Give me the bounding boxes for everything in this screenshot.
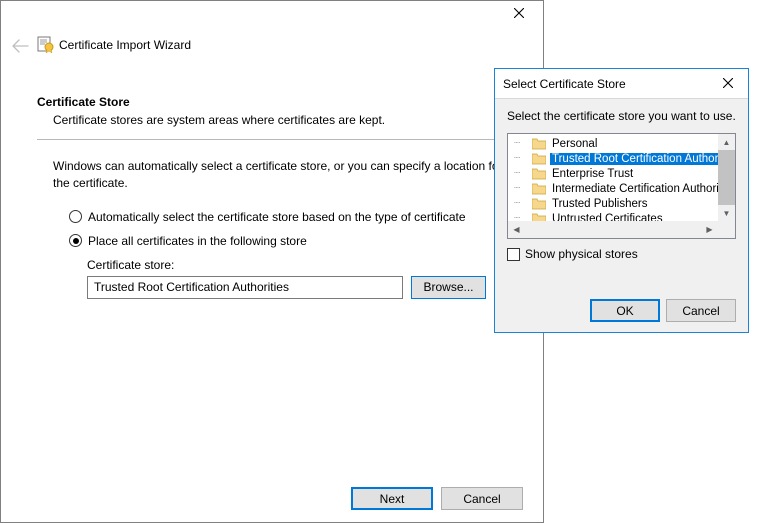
certificate-icon xyxy=(37,35,55,53)
tree-item-label: Personal xyxy=(550,138,599,150)
dialog-buttons: OK Cancel xyxy=(590,299,736,322)
folder-icon xyxy=(532,198,546,210)
section-subheading: Certificate stores are system areas wher… xyxy=(53,113,517,127)
horizontal-scrollbar[interactable]: ◀ ▶ xyxy=(508,221,718,238)
tree-viewport[interactable]: ┈ Personal ┈ Trusted Root Certification Aut… xyxy=(508,134,718,221)
tree-item-label: Trusted Root Certification Authorities xyxy=(550,153,718,165)
wizard-body: Certificate Store Certificate stores are… xyxy=(37,95,517,299)
tree-connector-icon: ┈ xyxy=(514,138,530,149)
vertical-scrollbar[interactable]: ▲ ▼ xyxy=(718,134,735,221)
close-icon xyxy=(514,8,524,18)
tree-item-label: Untrusted Certificates xyxy=(550,213,665,222)
browse-button[interactable]: Browse... xyxy=(411,276,486,299)
tree-item[interactable]: ┈ Enterprise Trust xyxy=(514,166,718,181)
tree-connector-icon: ┈ xyxy=(514,168,530,179)
tree-item[interactable]: ┈ Trusted Publishers xyxy=(514,196,718,211)
dialog-instruction: Select the certificate store you want to… xyxy=(507,109,736,123)
wizard-header: Certificate Import Wizard xyxy=(1,1,543,59)
scroll-up-icon[interactable]: ▲ xyxy=(718,134,735,150)
tree-connector-icon: ┈ xyxy=(514,198,530,209)
radio-group: Automatically select the certificate sto… xyxy=(69,210,517,248)
radio-place-row[interactable]: Place all certificates in the following … xyxy=(69,234,517,248)
tree-item-label: Enterprise Trust xyxy=(550,168,635,180)
back-arrow-icon[interactable] xyxy=(11,39,29,57)
ok-button[interactable]: OK xyxy=(590,299,660,322)
tree-item[interactable]: ┈ Trusted Root Certification Authorities xyxy=(514,151,718,166)
certificate-store-tree: ┈ Personal ┈ Trusted Root Certification Aut… xyxy=(507,133,736,239)
scroll-corner xyxy=(718,221,735,238)
radio-auto-row[interactable]: Automatically select the certificate sto… xyxy=(69,210,517,224)
tree-item-label: Trusted Publishers xyxy=(550,198,649,210)
certificate-import-wizard-window: Certificate Import Wizard Certificate St… xyxy=(0,0,544,523)
close-icon xyxy=(723,78,733,88)
show-physical-row[interactable]: Show physical stores xyxy=(507,247,736,261)
folder-icon xyxy=(532,138,546,150)
tree-item[interactable]: ┈ Intermediate Certification Authorities xyxy=(514,181,718,196)
store-input[interactable] xyxy=(87,276,403,299)
divider xyxy=(37,139,517,140)
folder-icon xyxy=(532,153,546,165)
folder-icon xyxy=(532,183,546,195)
scroll-down-icon[interactable]: ▼ xyxy=(718,205,735,221)
wizard-title: Certificate Import Wizard xyxy=(59,38,191,52)
select-certificate-store-dialog: Select Certificate Store Select the cert… xyxy=(494,68,749,333)
wizard-footer: Next Cancel xyxy=(351,487,523,510)
store-label: Certificate store: xyxy=(87,258,517,272)
radio-auto[interactable] xyxy=(69,210,82,223)
body-text: Windows can automatically select a certi… xyxy=(53,158,517,192)
radio-place[interactable] xyxy=(69,234,82,247)
show-physical-checkbox[interactable] xyxy=(507,248,520,261)
dialog-title: Select Certificate Store xyxy=(503,77,626,91)
folder-icon xyxy=(532,213,546,222)
tree-connector-icon: ┈ xyxy=(514,153,530,164)
section-heading: Certificate Store xyxy=(37,95,517,109)
dialog-titlebar[interactable]: Select Certificate Store xyxy=(495,69,748,99)
scroll-right-icon[interactable]: ▶ xyxy=(701,221,718,238)
scroll-track[interactable] xyxy=(525,221,701,238)
wizard-close-button[interactable] xyxy=(499,1,539,25)
tree-connector-icon: ┈ xyxy=(514,183,530,194)
scroll-left-icon[interactable]: ◀ xyxy=(508,221,525,238)
tree-item[interactable]: ┈ Untrusted Certificates xyxy=(514,211,718,221)
dialog-close-button[interactable] xyxy=(708,69,748,97)
dialog-cancel-button[interactable]: Cancel xyxy=(666,299,736,322)
dialog-body: Select the certificate store you want to… xyxy=(495,99,748,332)
next-button[interactable]: Next xyxy=(351,487,433,510)
radio-place-label: Place all certificates in the following … xyxy=(88,234,307,248)
scroll-thumb[interactable] xyxy=(718,150,735,205)
cancel-button[interactable]: Cancel xyxy=(441,487,523,510)
tree-item[interactable]: ┈ Personal xyxy=(514,136,718,151)
show-physical-label: Show physical stores xyxy=(525,247,638,261)
store-row: Browse... xyxy=(87,276,517,299)
tree-item-label: Intermediate Certification Authorities xyxy=(550,183,718,195)
folder-icon xyxy=(532,168,546,180)
tree-connector-icon: ┈ xyxy=(514,213,530,221)
radio-auto-label: Automatically select the certificate sto… xyxy=(88,210,466,224)
store-block: Certificate store: Browse... xyxy=(87,258,517,299)
